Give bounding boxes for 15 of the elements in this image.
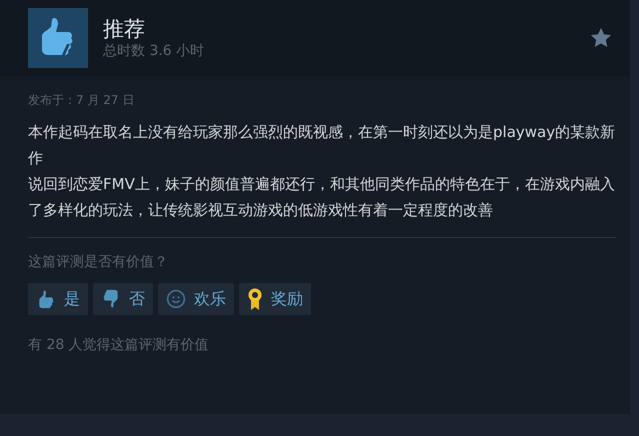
review-paragraph: 说回到恋爱FMV上，妹子的颜值普遍都还行，和其他同类作品的特色在于，在游戏内融入了多样化的玩法，让传统影视互动游戏的低游戏性有着一定程度的改善 xyxy=(28,174,616,221)
award-ribbon-icon xyxy=(247,288,263,310)
thumbs-up-icon xyxy=(28,8,88,68)
helpful-count: 有 28 人觉得这篇评测有价值 xyxy=(28,336,210,355)
vote-button[interactable]: 否 xyxy=(93,283,153,315)
star-icon xyxy=(590,27,612,49)
review-verdict: 推荐 xyxy=(103,16,146,42)
post-date: 发布于：7 月 27 日 xyxy=(28,92,136,109)
vote-button[interactable]: 欢乐 xyxy=(158,283,234,315)
award-button[interactable]: 奖励 xyxy=(239,283,311,315)
vote-button[interactable]: 是 xyxy=(28,283,88,315)
playtime-text: 总时数 3.6 小时 xyxy=(103,42,204,60)
review-paragraph: 本作起码在取名上没有给玩家那么强烈的既视感，在第一时刻还以为是playway的某款新作 xyxy=(28,122,616,169)
smiley-icon xyxy=(166,289,186,309)
helpful-question: 这篇评测是否有价值？ xyxy=(28,253,169,272)
